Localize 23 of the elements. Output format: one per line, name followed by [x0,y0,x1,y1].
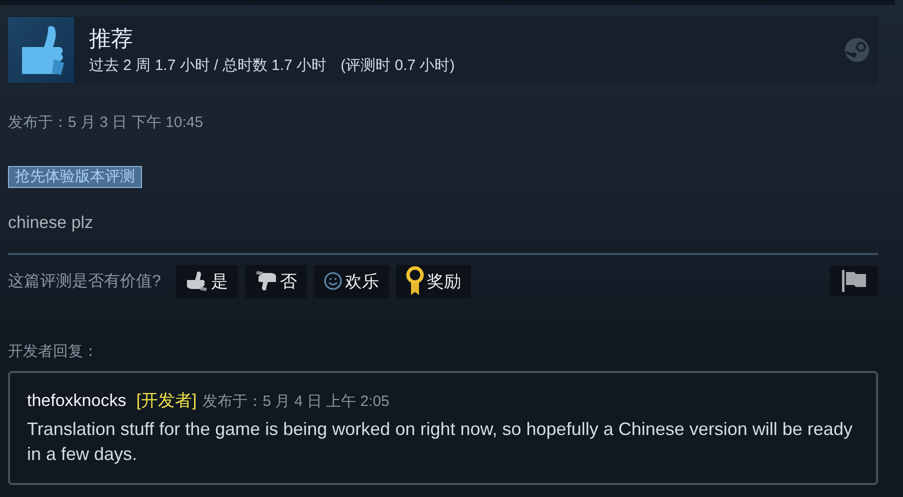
reply-text: Translation stuff for the game is being worked on right now, so hopefully a Chinese version will be ready in a few days. [27,418,854,466]
review-playtime-text: (评测时 0.7 小时) [340,57,455,74]
helpful-question: 这篇评测是否有价值? [8,272,161,292]
developer-name: thefoxknocks [27,391,126,411]
early-access-tag: 抢先体验版本评测 [8,166,142,188]
playtime-text: 过去 2 周 1.7 小时 / 总时数 1.7 小时 [89,57,327,74]
award-button[interactable]: 奖励 [396,264,471,298]
posted-date: 发布于：5 月 3 日 下午 10:45 [8,113,204,132]
developer-label: [开发者] [136,390,197,412]
yes-button[interactable]: 是 [176,264,238,298]
reply-date: 发布于：5 月 4 日 上午 2:05 [202,392,390,411]
review-text: chinese plz [8,213,94,233]
thumbs-up-icon [186,271,208,291]
no-button[interactable]: 否 [244,264,307,298]
award-ribbon-icon [406,265,424,297]
developer-response-heading: 开发者回复： [8,342,99,361]
funny-button[interactable]: 欢乐 [314,264,389,298]
steam-logo-icon [844,37,870,63]
smiley-icon [324,272,342,290]
verdict-title: 推荐 [89,25,134,53]
report-flag-button[interactable] [830,266,878,296]
flag-icon [841,270,867,292]
thumbs-down-icon [254,271,277,291]
